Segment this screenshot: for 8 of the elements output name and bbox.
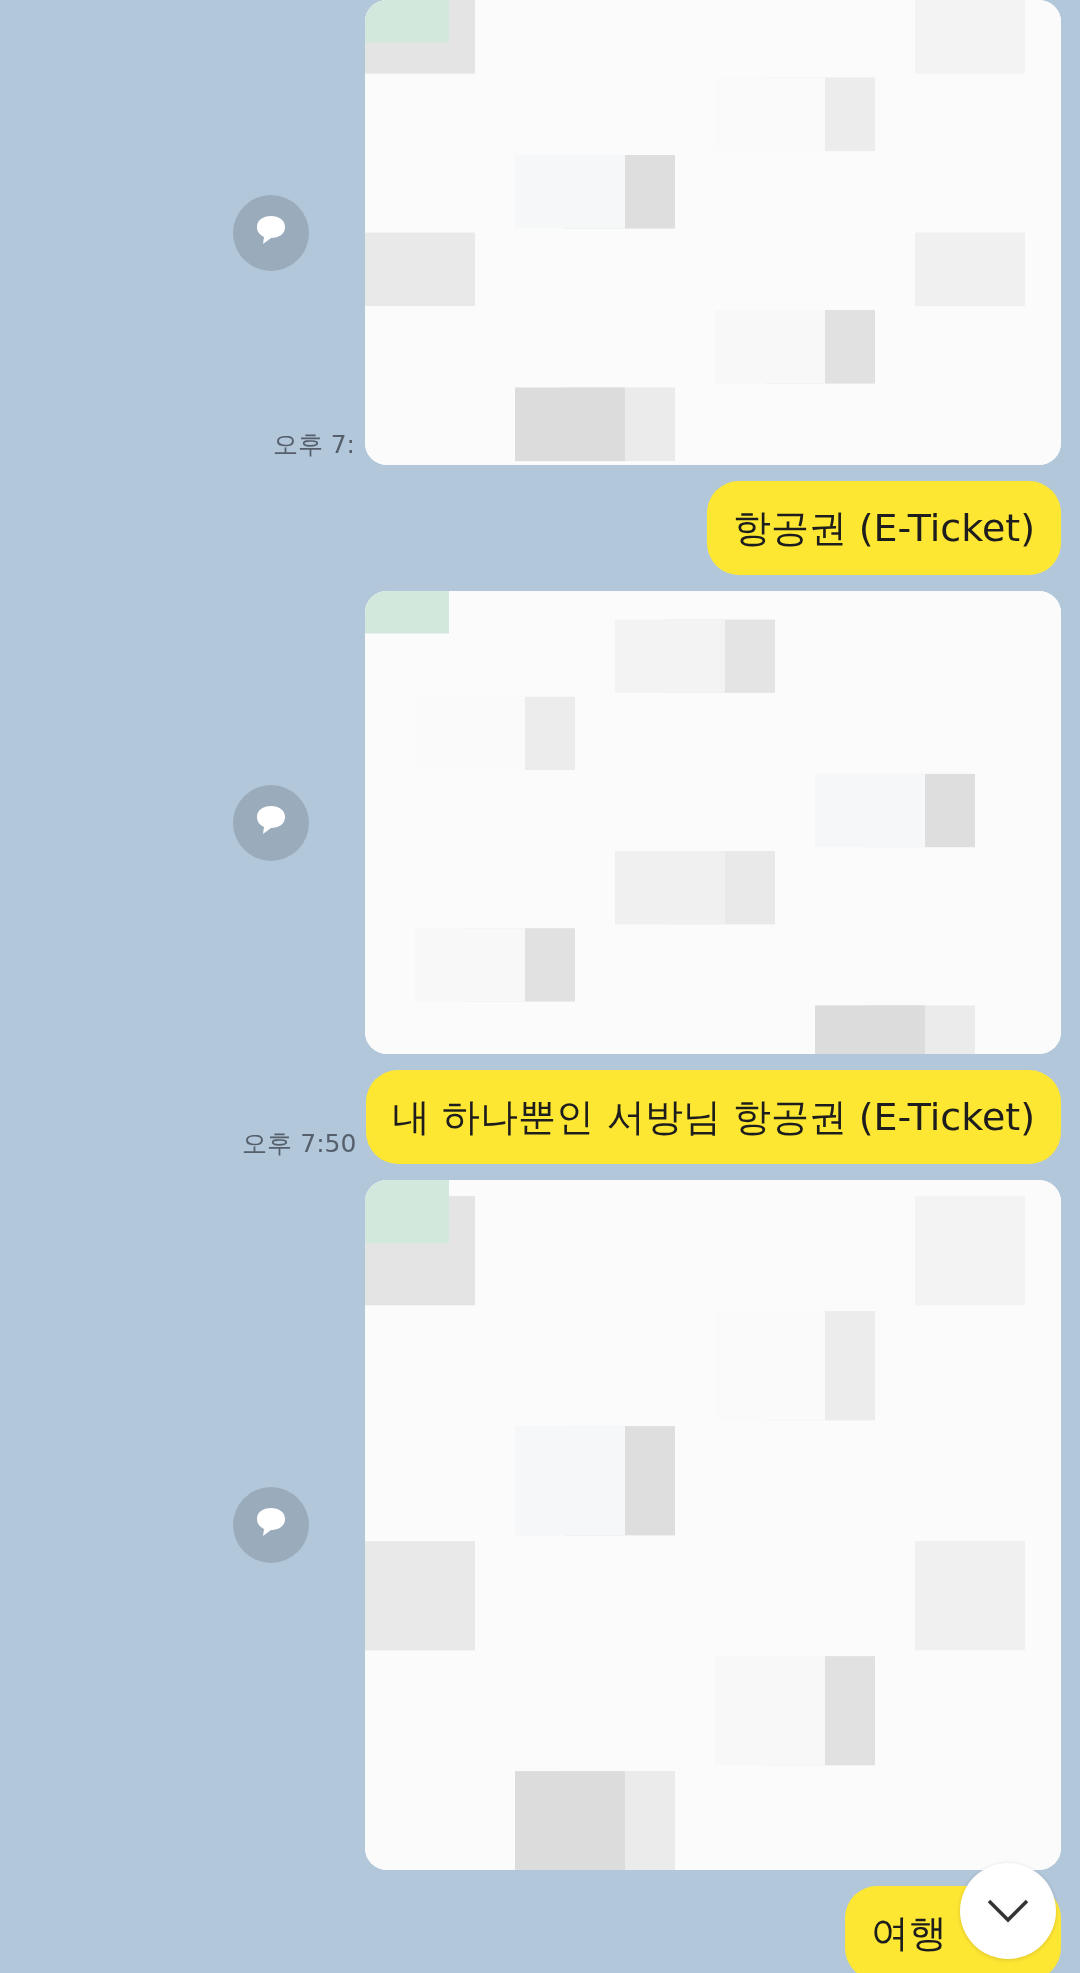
timestamp: 오후 7:50 [242, 1128, 357, 1160]
share-icon[interactable] [233, 194, 309, 271]
message-bubble: 항공권 (E-Ticket) [706, 481, 1061, 575]
share-icon[interactable] [233, 784, 309, 861]
chevron-down-icon [986, 1898, 1030, 1924]
share-icon[interactable] [233, 1487, 309, 1563]
timestamp: 오후 7: [272, 429, 355, 461]
message-bubble: 내 하나뿐인 서방님 항공권 (E-Ticket) [366, 1070, 1061, 1164]
